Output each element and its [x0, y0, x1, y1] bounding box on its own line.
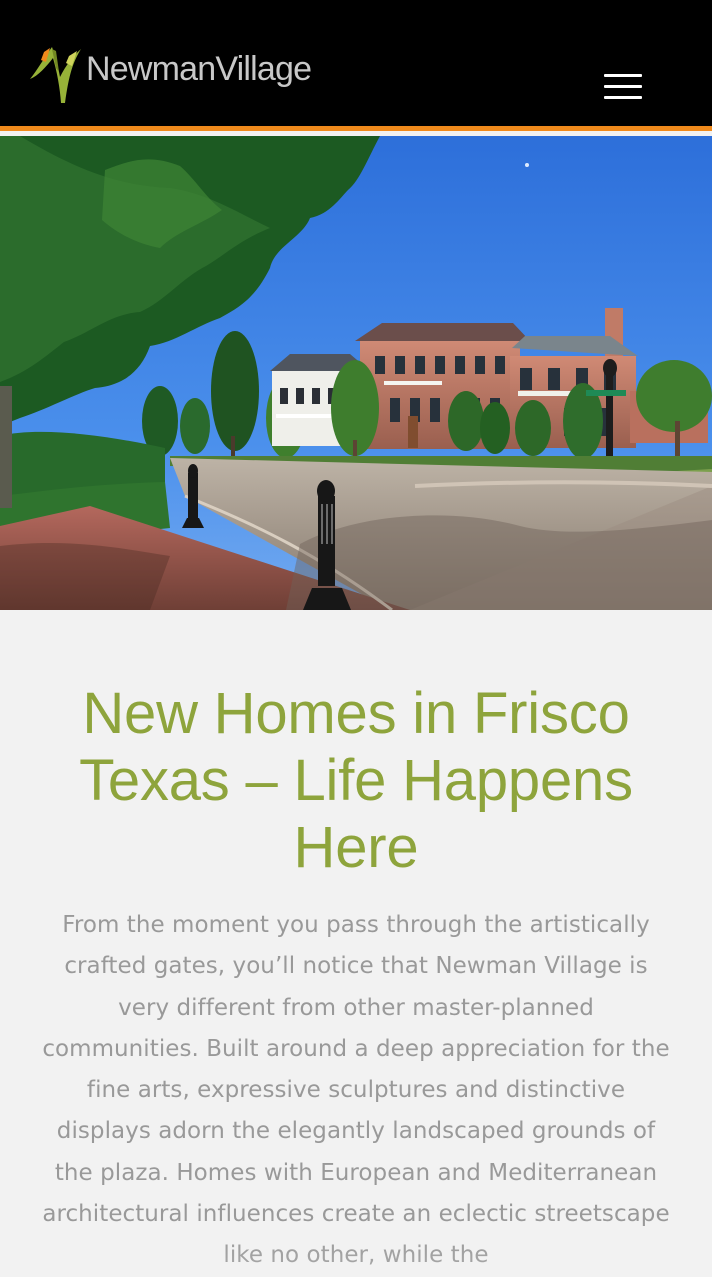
hero-carousel[interactable]: [0, 136, 712, 610]
intro-section: New Homes in Frisco Texas – Life Happens…: [0, 610, 712, 1268]
hamburger-line: [604, 85, 642, 88]
brand-name: NewmanVillage: [86, 50, 312, 88]
newman-village-logo-icon: [30, 47, 81, 103]
hamburger-line: [604, 96, 642, 99]
bottom-fade: [0, 1227, 712, 1267]
intro-paragraph: From the moment you pass through the art…: [42, 912, 670, 1268]
site-logo[interactable]: NewmanVillage: [26, 38, 312, 104]
site-header: NewmanVillage: [0, 0, 712, 131]
hamburger-menu-button[interactable]: [600, 74, 642, 102]
page-headline: New Homes in Frisco Texas – Life Happens…: [79, 681, 633, 880]
hamburger-line: [604, 74, 642, 77]
neighborhood-street-photo: [0, 136, 712, 610]
